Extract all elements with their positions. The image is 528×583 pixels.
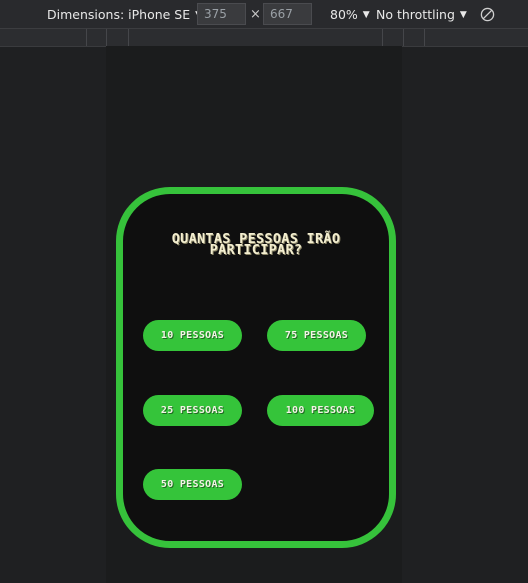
times-separator: × [250,7,261,22]
option-100-pessoas[interactable]: 100 PESSOAS [267,395,374,426]
height-input[interactable]: 667 [263,3,312,25]
dimensions-dropdown[interactable]: Dimensions: iPhone SE ▼ [47,0,202,29]
option-50-pessoas[interactable]: 50 PESSOAS [143,469,242,500]
throttling-dropdown[interactable]: No throttling ▼ [376,0,467,29]
option-75-pessoas[interactable]: 75 PESSOAS [267,320,366,351]
rotate-icon [480,7,495,22]
throttling-label: No throttling [376,7,455,22]
dimensions-label: Dimensions: iPhone SE [47,7,191,22]
media-query-bar[interactable] [0,29,528,47]
width-input[interactable]: 375 [197,3,246,25]
option-10-pessoas[interactable]: 10 PESSOAS [143,320,242,351]
device-toolbar: Dimensions: iPhone SE ▼ 375 × 667 80% ▼ … [0,0,528,29]
zoom-label: 80% [330,7,358,22]
caret-down-icon: ▼ [362,9,370,20]
rotate-button[interactable] [480,0,495,29]
caret-down-icon: ▼ [459,9,467,20]
zoom-dropdown[interactable]: 80% ▼ [330,0,370,29]
quiz-card: QUANTAS PESSOAS IRÃO PARTICIPAR? 10 PESS… [116,187,396,548]
question-title: QUANTAS PESSOAS IRÃO PARTICIPAR? [171,231,341,258]
option-25-pessoas[interactable]: 25 PESSOAS [143,395,242,426]
